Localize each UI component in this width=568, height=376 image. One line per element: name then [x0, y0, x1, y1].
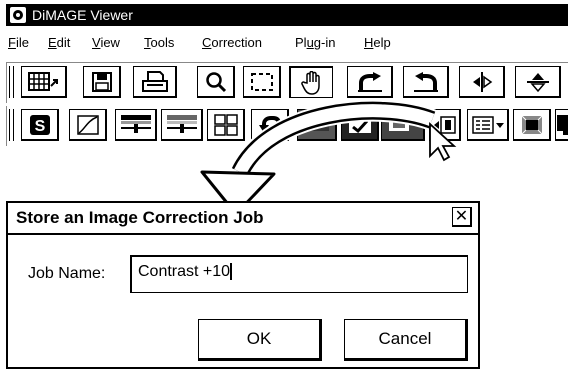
menu-plugin[interactable]: Plug-in — [295, 35, 335, 50]
color-sync-button[interactable]: S — [21, 109, 59, 141]
tone-curve-button[interactable] — [69, 109, 107, 141]
window-title: DiMAGE Viewer — [32, 7, 133, 23]
monitor-icon — [556, 114, 568, 135]
magnifier-button[interactable] — [197, 66, 235, 98]
menu-view[interactable]: View — [92, 35, 120, 50]
ok-button[interactable]: OK — [198, 319, 322, 361]
save-job-icon — [348, 116, 371, 133]
menu-edit[interactable]: Edit — [48, 35, 70, 50]
menu-correction[interactable]: Correction — [202, 35, 262, 50]
correction-toolbar: S — [6, 106, 568, 146]
toolbar-grip-2[interactable] — [9, 109, 14, 141]
close-button[interactable]: ✕ — [452, 207, 472, 227]
variations-icon — [213, 113, 238, 136]
rotate-left-button[interactable] — [347, 66, 393, 98]
menu-tools[interactable]: Tools — [144, 35, 174, 50]
toolbar-grip[interactable] — [9, 66, 14, 98]
store-job-icon — [433, 115, 456, 134]
gradient-button[interactable] — [513, 109, 551, 141]
menu-file[interactable]: File — [8, 35, 29, 50]
job-name-label: Job Name: — [28, 265, 106, 282]
color-balance-icon — [166, 114, 197, 133]
compare-icon — [304, 118, 329, 131]
tone-curve-icon — [76, 114, 99, 135]
text-caret — [230, 263, 233, 281]
title-bar: DiMAGE Viewer — [6, 4, 568, 26]
main-toolbar — [6, 62, 568, 103]
gradient-icon — [521, 115, 542, 134]
monitor-button[interactable] — [555, 109, 568, 141]
rotate-right-button[interactable] — [403, 66, 449, 98]
store-job-dialog: Store an Image Correction Job ✕ Job Name… — [6, 201, 480, 369]
store-job-button[interactable] — [429, 109, 461, 141]
thumbnail-view-icon — [27, 71, 58, 91]
job-name-value: Contrast +10 — [138, 263, 231, 280]
hand-icon — [300, 70, 320, 95]
thumbnail-view-button[interactable] — [21, 66, 67, 98]
viewer-window: DiMAGE Viewer File Edit View Tools Corre… — [0, 0, 568, 150]
flip-horizontal-button[interactable] — [459, 66, 505, 98]
save-job-button[interactable] — [341, 109, 379, 141]
selection-button[interactable] — [243, 66, 281, 98]
rotate-left-icon — [357, 71, 382, 92]
job-list-button[interactable] — [467, 109, 509, 141]
print-button[interactable] — [133, 66, 177, 98]
load-job-icon — [388, 118, 417, 131]
brightness-contrast-button[interactable] — [115, 109, 157, 141]
save-button[interactable] — [83, 66, 121, 98]
variations-button[interactable] — [207, 109, 245, 141]
hand-tool-button[interactable] — [289, 66, 333, 98]
menu-help[interactable]: Help — [364, 35, 391, 50]
app-icon — [10, 7, 26, 23]
color-sync-icon: S — [29, 114, 50, 135]
rotate-right-icon — [413, 71, 438, 92]
load-job-button[interactable] — [381, 109, 425, 141]
color-balance-button[interactable] — [161, 109, 203, 141]
save-icon — [91, 71, 112, 92]
menu-bar: File Edit View Tools Correction Plug-in … — [6, 27, 568, 57]
dialog-title: Store an Image Correction Job — [16, 208, 264, 227]
undo-icon — [258, 115, 281, 133]
svg-text:S: S — [34, 118, 45, 135]
compare-button[interactable] — [297, 109, 337, 141]
flip-vertical-button[interactable] — [515, 66, 561, 98]
job-list-icon — [471, 115, 504, 134]
flip-vertical-icon — [526, 72, 549, 92]
undo-button[interactable] — [251, 109, 289, 141]
flip-horizontal-icon — [472, 71, 492, 92]
print-icon — [141, 70, 168, 92]
brightness-contrast-icon — [120, 114, 151, 133]
dialog-title-bar: Store an Image Correction Job ✕ — [8, 203, 478, 235]
magnifier-icon — [205, 71, 226, 92]
selection-icon — [250, 72, 273, 91]
job-name-input[interactable]: Contrast +10 — [130, 255, 468, 293]
cancel-button[interactable]: Cancel — [344, 319, 468, 361]
